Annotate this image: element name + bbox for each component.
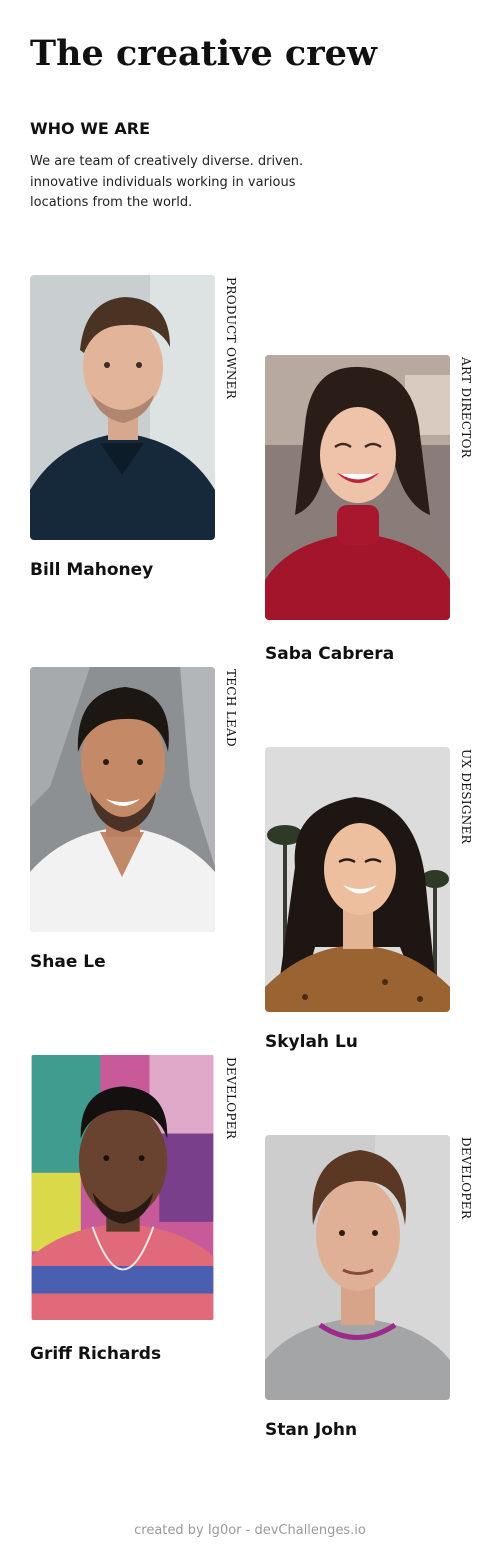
member-role: DEVELOPER — [224, 1057, 238, 1140]
member-role: DEVELOPER — [459, 1137, 473, 1220]
member-photo — [30, 667, 215, 932]
portrait-saba-cabrera — [265, 355, 450, 620]
page-title: The creative crew — [30, 33, 378, 74]
member-role: PRODUCT OWNER — [224, 277, 238, 400]
portrait-bill-mahoney — [30, 275, 215, 540]
member-role: ART DIRECTOR — [459, 357, 473, 459]
portrait-skylah-lu — [265, 747, 450, 1012]
member-role: TECH LEAD — [224, 669, 238, 747]
member-name: Saba Cabrera — [265, 644, 395, 664]
member-name: Griff Richards — [30, 1344, 162, 1364]
member-photo — [265, 747, 450, 1012]
portrait-stan-john — [265, 1135, 450, 1400]
member-name: Bill Mahoney — [30, 560, 154, 580]
member-name: Shae Le — [30, 952, 106, 972]
member-photo — [30, 275, 215, 540]
member-photo — [265, 1135, 450, 1400]
member-photo — [265, 355, 450, 620]
member-photo — [30, 1055, 215, 1320]
member-name: Stan John — [265, 1420, 358, 1440]
portrait-griff-richards — [31, 1055, 214, 1320]
member-role: UX DESIGNER — [459, 749, 473, 844]
member-name: Skylah Lu — [265, 1032, 358, 1052]
intro-text: We are team of creatively diverse. drive… — [30, 154, 304, 210]
section-heading: WHO WE ARE — [30, 119, 150, 138]
portrait-shae-le — [30, 667, 215, 932]
footer-credit: created by Ig0or - devChallenges.io — [134, 1523, 366, 1538]
